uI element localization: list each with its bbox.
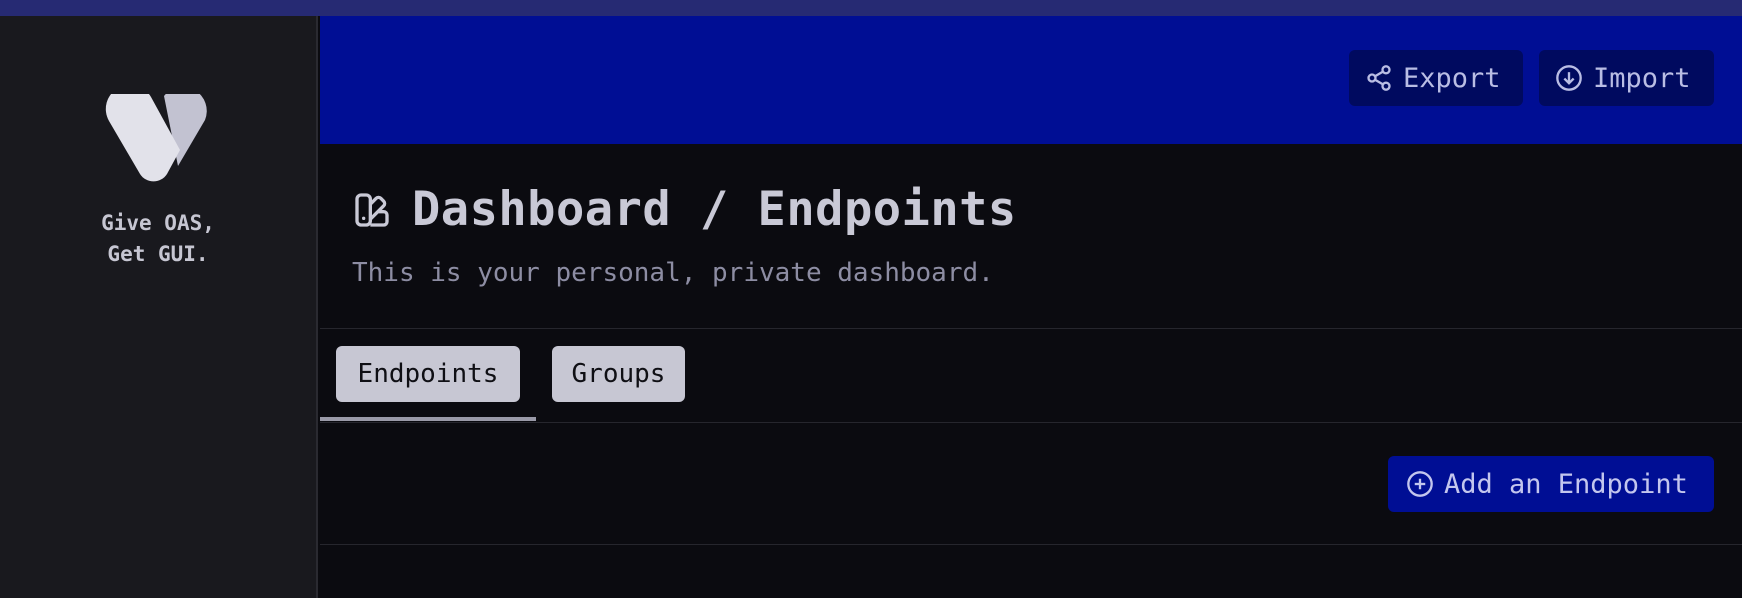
app-tagline: Give OAS, Get GUI. <box>0 208 316 270</box>
tab-endpoints[interactable]: Endpoints <box>336 346 520 402</box>
add-endpoint-label: Add an Endpoint <box>1444 468 1688 500</box>
export-button[interactable]: Export <box>1349 50 1523 106</box>
top-header: Export Import <box>320 16 1742 144</box>
tagline-line-2: Get GUI. <box>107 242 209 266</box>
sidebar: Give OAS, Get GUI. <box>0 16 318 598</box>
swatch-icon <box>355 192 389 227</box>
import-button[interactable]: Import <box>1539 50 1714 106</box>
page-title-row: Dashboard / Endpoints <box>352 182 1017 237</box>
app-logo[interactable] <box>104 84 212 194</box>
tab-groups[interactable]: Groups <box>552 346 685 402</box>
page-subtitle: This is your personal, private dashboard… <box>352 258 994 288</box>
share-icon <box>1367 65 1391 91</box>
plus-circle-icon <box>1407 471 1433 497</box>
main-content: Dashboard / Endpoints This is your perso… <box>320 144 1742 598</box>
actions-divider <box>320 544 1742 545</box>
tabs-divider <box>320 422 1742 423</box>
logo-icon <box>105 84 207 182</box>
download-circle-icon <box>1556 65 1582 91</box>
top-strip <box>0 0 1742 16</box>
add-endpoint-button[interactable]: Add an Endpoint <box>1388 456 1714 512</box>
tagline-line-1: Give OAS, <box>101 211 215 235</box>
export-label: Export <box>1403 62 1501 94</box>
active-tab-indicator <box>320 417 536 421</box>
header-divider <box>320 328 1742 329</box>
page-title: Dashboard / Endpoints <box>412 182 1017 237</box>
import-label: Import <box>1593 62 1691 94</box>
